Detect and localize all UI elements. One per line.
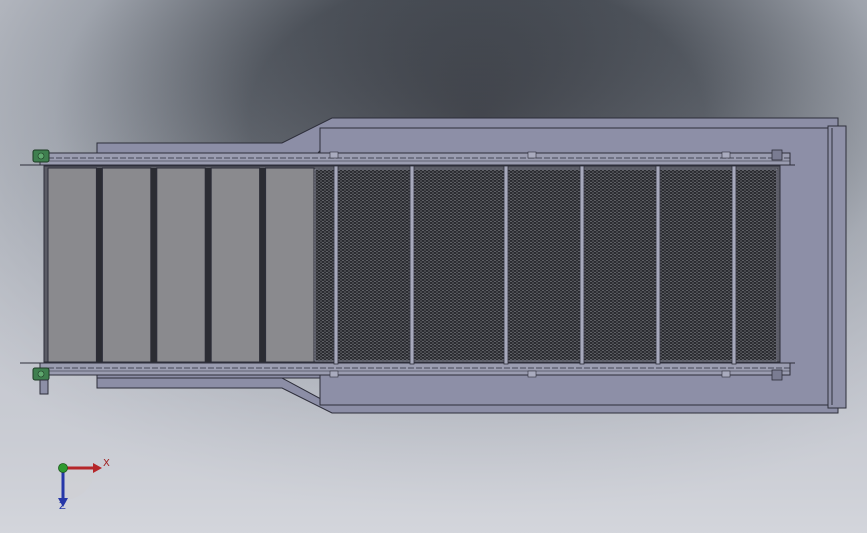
mesh-crossbar	[503, 165, 509, 365]
mesh-surface	[314, 168, 778, 362]
plate-separator	[259, 168, 266, 362]
mesh-panels[interactable]	[314, 165, 778, 365]
plate-separator	[150, 168, 157, 362]
mesh-crossbar	[333, 165, 339, 365]
mesh-crossbar	[409, 165, 415, 365]
plate-separator	[96, 168, 103, 362]
conveyor-belt[interactable]	[43, 165, 781, 365]
top-chain-rail[interactable]	[39, 152, 791, 166]
z-axis-label: Z	[59, 501, 66, 512]
shaft-stub	[39, 379, 49, 395]
x-axis-label: X	[103, 458, 110, 469]
solid-plates[interactable]	[47, 167, 315, 363]
conveyor-model-view[interactable]	[0, 0, 867, 533]
plate-separator	[205, 168, 212, 362]
mesh-crossbar	[731, 165, 737, 365]
mesh-crossbar	[579, 165, 585, 365]
bottom-chain-rail[interactable]	[39, 362, 791, 376]
housing-end-wall[interactable]	[827, 125, 847, 409]
bottom-sprocket[interactable]	[32, 367, 50, 381]
solid-plate[interactable]	[47, 167, 97, 363]
y-axis-dot	[58, 463, 68, 473]
solid-plate[interactable]	[101, 167, 152, 363]
top-sprocket[interactable]	[32, 149, 50, 163]
cad-viewport[interactable]: X Z	[0, 0, 867, 533]
solid-plate[interactable]	[210, 167, 261, 363]
solid-plate[interactable]	[156, 167, 206, 363]
mesh-crossbar	[655, 165, 661, 365]
solid-plate[interactable]	[265, 167, 315, 363]
